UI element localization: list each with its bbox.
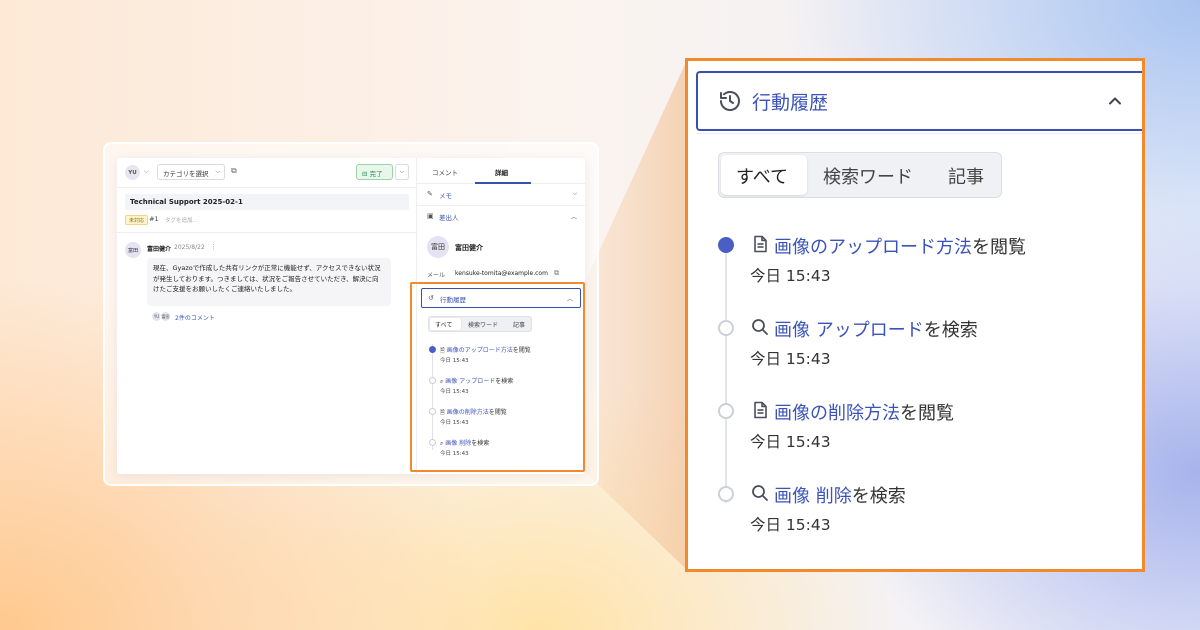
history-title: 行動履歴 [752, 92, 829, 114]
divider [696, 133, 1142, 134]
history-item-action: を閲覧 [900, 403, 954, 424]
edit-icon: ✎ [427, 190, 433, 198]
archive-icon: ⊟ [362, 170, 368, 178]
mail-value[interactable]: kensuke-tomita@example.com [455, 270, 548, 277]
list-item[interactable]: 画像の削除方法を閲覧 [774, 399, 954, 425]
list-item[interactable]: 画像 削除を検索 [774, 482, 906, 508]
books-icon[interactable]: ⧉ [231, 166, 237, 176]
requester-section-header[interactable]: ▣ 差出人 ︿ [417, 206, 585, 228]
category-select[interactable]: カテゴリを選択 ⌵ [157, 164, 225, 180]
detail-tabs: コメント 詳細 [417, 158, 585, 184]
memo-label: メモ [439, 192, 452, 200]
category-select-label: カテゴリを選択 [163, 170, 209, 178]
message-author: 富田健介 [147, 246, 172, 253]
history-icon [720, 91, 740, 111]
status-badge[interactable]: 未対応 [125, 215, 149, 225]
search-icon [752, 319, 768, 335]
history-item-action: を閲覧 [972, 237, 1026, 258]
chevron-down-icon[interactable]: ⌵ [144, 168, 149, 176]
history-item-action: を検索 [851, 486, 906, 507]
tab-detail[interactable]: 詳細 [495, 167, 508, 177]
commenter-avatar: 富田 [160, 311, 171, 322]
tab-comment[interactable]: コメント [432, 167, 458, 177]
chevron-down-icon: ⌵ [399, 168, 405, 175]
done-button-label: 完了 [369, 170, 383, 178]
chevron-down-icon: ⌵ [572, 190, 577, 197]
history-item-time: 今日 15:43 [750, 350, 831, 368]
history-item-link[interactable]: 画像のアップロード方法 [774, 237, 972, 258]
chevron-up-icon: ︿ [570, 214, 577, 221]
message-body: 現在、Gyazoで作成した共有リンクが正常に機能せず、アクセスできない状況が発生… [147, 258, 391, 306]
history-item-link[interactable]: 画像 アップロード [774, 320, 924, 341]
message-date: 2025/8/22 [174, 244, 205, 251]
history-zoom-panel: 行動履歴 すべて 検索ワード 記事 画像のアップロード方法を閲覧 今日 15:4… [685, 58, 1145, 572]
ticket-title[interactable]: Technical Support 2025-02-1 [125, 194, 409, 210]
filter-articles[interactable]: 記事 [948, 163, 984, 189]
done-button[interactable]: ⊟ 完了 [356, 164, 393, 180]
search-icon [752, 485, 768, 501]
mail-label: メール [427, 272, 446, 279]
avatar: 富田 [125, 242, 141, 258]
filter-search-words[interactable]: 検索ワード [823, 163, 913, 189]
done-dropdown-button[interactable]: ⌵ [395, 164, 409, 180]
list-item[interactable]: 画像のアップロード方法を閲覧 [774, 233, 1026, 259]
history-item-action: を検索 [923, 320, 978, 341]
requester-name: 富田健介 [455, 244, 483, 252]
tag-input[interactable]: タグを追加... [165, 216, 198, 224]
timeline-dot [718, 486, 734, 502]
assignee-avatar[interactable]: YU [125, 165, 140, 180]
chevron-down-icon: ⌵ [215, 168, 220, 175]
copy-icon[interactable]: ⧉ [554, 269, 559, 278]
list-item[interactable]: 画像 アップロードを検索 [774, 316, 978, 342]
requester-label: 差出人 [439, 214, 459, 222]
divider [117, 232, 417, 233]
timeline-dot-active [718, 237, 734, 253]
timeline-line [725, 247, 727, 503]
more-icon[interactable]: ⋮ [210, 243, 217, 251]
ticket-number: #1 [149, 215, 159, 223]
history-item-link[interactable]: 画像の削除方法 [774, 403, 900, 424]
ticket-toolbar: YU ⌵ カテゴリを選択 ⌵ ⧉ ⊟ 完了 ⌵ [117, 158, 417, 188]
history-item-link[interactable]: 画像 削除 [774, 486, 852, 507]
contact-icon: ▣ [427, 212, 434, 220]
history-item-time: 今日 15:43 [750, 267, 831, 285]
document-icon [754, 235, 767, 253]
memo-section-header[interactable]: ✎ メモ ⌵ [417, 184, 585, 206]
ticket-pane: YU ⌵ カテゴリを選択 ⌵ ⧉ ⊟ 完了 ⌵ Technical Suppor… [117, 158, 417, 474]
filter-all[interactable]: すべて [736, 163, 788, 189]
timeline-dot [718, 403, 734, 419]
timeline-dot [718, 320, 734, 336]
history-filter-tabs: すべて 検索ワード 記事 [718, 152, 1002, 198]
history-item-time: 今日 15:43 [750, 433, 831, 451]
history-item-time: 今日 15:43 [750, 516, 831, 534]
chevron-up-icon[interactable] [1107, 93, 1123, 109]
document-icon [754, 401, 767, 419]
comments-link[interactable]: 2件のコメント [175, 313, 215, 322]
highlight-frame [410, 282, 585, 472]
history-section-header[interactable]: 行動履歴 [696, 71, 1142, 131]
avatar: 富田 [427, 236, 449, 258]
